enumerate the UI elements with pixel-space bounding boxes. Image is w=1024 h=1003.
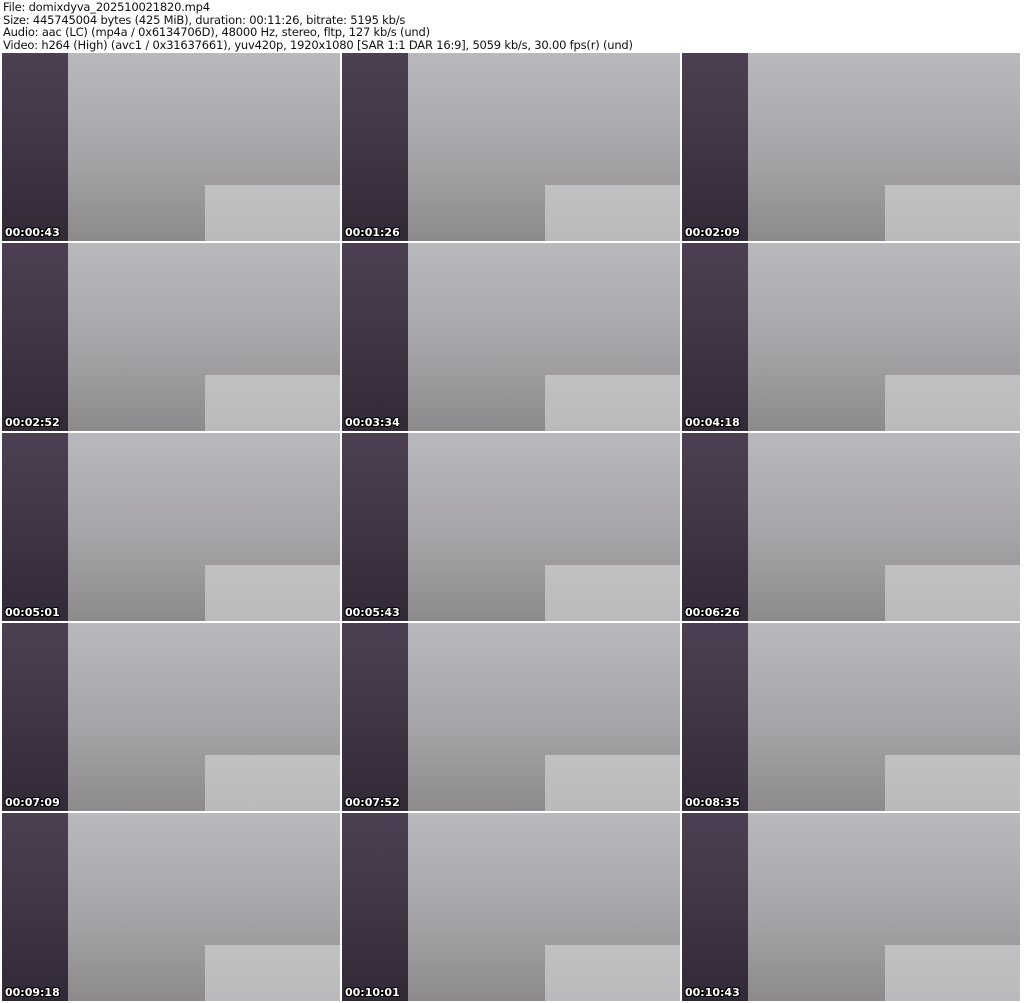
file-info-header: File: domixdyva_202510021820.mp4 Size: 4… [3, 1, 633, 51]
audio-info: Audio: aac (LC) (mp4a / 0x6134706D), 480… [3, 25, 430, 39]
thumbnail-timestamp: 00:06:26 [685, 606, 740, 619]
video-thumbnail: 00:04:18 [682, 243, 1020, 431]
video-thumbnail: 00:10:43 [682, 813, 1020, 1001]
video-thumbnail: 00:07:09 [2, 623, 340, 811]
thumbnail-timestamp: 00:03:34 [345, 416, 400, 429]
video-thumbnail: 00:05:01 [2, 433, 340, 621]
video-thumbnail: 00:08:35 [682, 623, 1020, 811]
video-thumbnail: 00:02:52 [2, 243, 340, 431]
video-thumbnail: 00:03:34 [342, 243, 680, 431]
thumbnail-timestamp: 00:05:43 [345, 606, 400, 619]
thumbnail-timestamp: 00:02:52 [5, 416, 60, 429]
thumbnail-grid: 00:00:43 00:01:26 00:02:09 00:02:52 00:03:34… [2, 53, 1020, 1001]
thumbnail-timestamp: 00:04:18 [685, 416, 740, 429]
video-info: Video: h264 (High) (avc1 / 0x31637661), … [3, 37, 633, 52]
thumbnail-timestamp: 00:10:43 [685, 986, 740, 999]
video-thumbnail: 00:09:18 [2, 813, 340, 1001]
video-thumbnail: 00:05:43 [342, 433, 680, 621]
video-thumbnail: 00:06:26 [682, 433, 1020, 621]
video-thumbnail: 00:07:52 [342, 623, 680, 811]
thumbnail-timestamp: 00:00:43 [5, 226, 60, 239]
thumbnail-timestamp: 00:05:01 [5, 606, 60, 619]
thumbnail-timestamp: 00:07:52 [345, 796, 400, 809]
video-thumbnail: 00:00:43 [2, 53, 340, 241]
thumbnail-timestamp: 00:07:09 [5, 796, 60, 809]
thumbnail-timestamp: 00:09:18 [5, 986, 60, 999]
video-thumbnail: 00:10:01 [342, 813, 680, 1001]
file-name: File: domixdyva_202510021820.mp4 [3, 0, 210, 14]
video-thumbnail: 00:02:09 [682, 53, 1020, 241]
thumbnail-timestamp: 00:02:09 [685, 226, 740, 239]
video-thumbnail: 00:01:26 [342, 53, 680, 241]
thumbnail-timestamp: 00:10:01 [345, 986, 400, 999]
thumbnail-timestamp: 00:08:35 [685, 796, 740, 809]
thumbnail-timestamp: 00:01:26 [345, 226, 400, 239]
